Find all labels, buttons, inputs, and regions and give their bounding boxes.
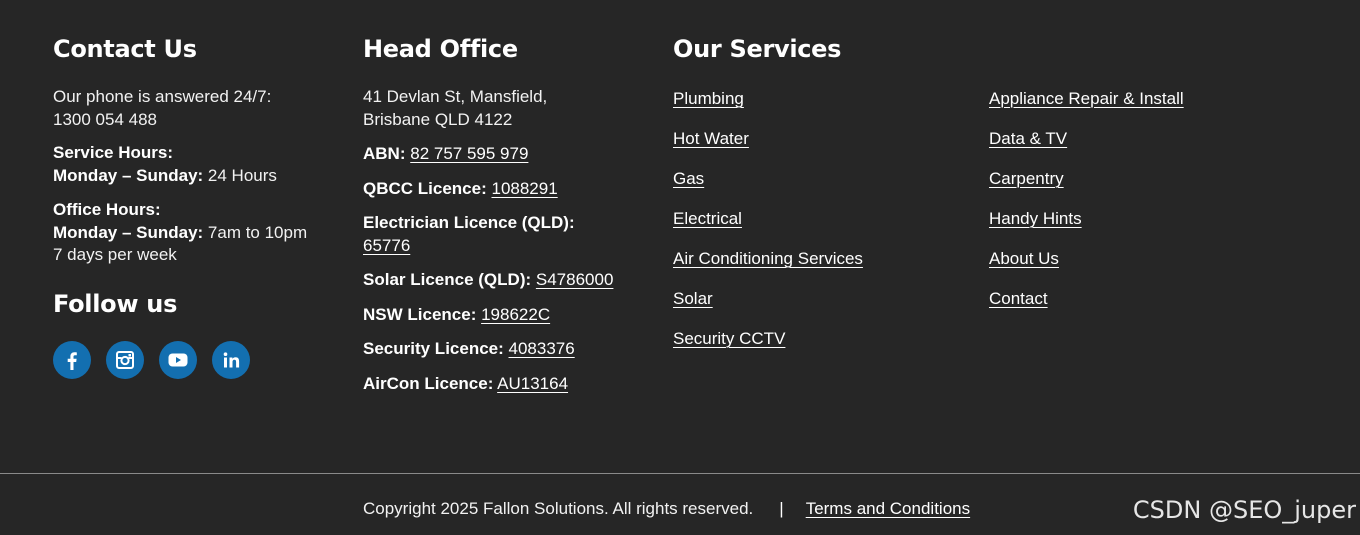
footer-bar: Copyright 2025 Fallon Solutions. All rig…: [363, 497, 970, 521]
footer-divider: [0, 473, 1360, 474]
licence-label: QBCC Licence:: [363, 178, 487, 198]
head-office-heading: Head Office: [363, 35, 518, 63]
licence-abn: ABN: 82 757 595 979: [363, 143, 663, 166]
services-list: Plumbing Hot Water Gas Electrical Air Co…: [673, 88, 973, 368]
licence-link-electrician[interactable]: 65776: [363, 236, 410, 255]
service-link-security-cctv[interactable]: Security CCTV: [673, 329, 785, 348]
licence-label: ABN:: [363, 144, 406, 163]
licence-link-security[interactable]: 4083376: [509, 339, 575, 358]
licence-security: Security Licence: 4083376: [363, 338, 663, 361]
watermark-text: CSDN @SEO_juper: [1132, 496, 1356, 524]
terms-link[interactable]: Terms and Conditions: [806, 497, 970, 521]
service-hours-block: Service Hours: Monday – Sunday: 24 Hours: [53, 142, 343, 187]
youtube-icon[interactable]: [159, 340, 197, 379]
copyright-text: Copyright 2025 Fallon Solutions. All rig…: [363, 499, 754, 518]
services-column: Our Services Plumbing Hot Water Gas Elec…: [673, 34, 973, 368]
link-about-us[interactable]: About Us: [989, 249, 1059, 268]
services-list-2: Appliance Repair & Install Data & TV Car…: [989, 88, 1289, 328]
licence-link-nsw[interactable]: 198622C: [481, 305, 550, 324]
contact-heading: Contact Us: [53, 35, 197, 63]
licence-aircon: AirCon Licence: AU13164: [363, 373, 663, 396]
office-hours-label: Office Hours:: [53, 200, 161, 219]
service-link-electrical[interactable]: Electrical: [673, 209, 742, 228]
service-link-solar[interactable]: Solar: [673, 289, 713, 308]
service-link-plumbing[interactable]: Plumbing: [673, 89, 744, 108]
social-links: [53, 340, 343, 379]
service-days: Monday – Sunday:: [53, 165, 204, 185]
licence-link-solar[interactable]: S4786000: [536, 270, 614, 289]
licence-link-aircon[interactable]: AU13164: [497, 374, 568, 393]
office-week: 7 days per week: [53, 245, 177, 264]
services-column-2: Appliance Repair & Install Data & TV Car…: [989, 88, 1289, 328]
service-hours-value: 24 Hours: [203, 165, 277, 185]
phone-intro: Our phone is answered 24/7:: [53, 87, 272, 106]
address-line-1: 41 Devlan St, Mansfield,: [363, 87, 548, 106]
office-hours-block: Office Hours: Monday – Sunday: 7am to 10…: [53, 199, 343, 267]
service-hours-label: Service Hours:: [53, 143, 173, 162]
licence-label: NSW Licence:: [363, 304, 477, 324]
linkedin-icon[interactable]: [212, 340, 250, 379]
office-days: Monday – Sunday:: [53, 222, 204, 242]
licence-label: Solar Licence (QLD):: [363, 270, 532, 289]
office-hours-value: 7am to 10pm: [203, 222, 308, 242]
licence-label: Electrician Licence (QLD):: [363, 213, 575, 232]
licence-link-qbcc[interactable]: 1088291: [491, 179, 557, 198]
service-link-hot-water[interactable]: Hot Water: [673, 129, 749, 148]
office-address: 41 Devlan St, Mansfield, Brisbane QLD 41…: [363, 86, 663, 131]
service-link-carpentry[interactable]: Carpentry: [989, 169, 1064, 188]
licence-label: Security Licence:: [363, 339, 504, 358]
follow-heading: Follow us: [53, 289, 178, 318]
licence-electrician: Electrician Licence (QLD): 65776: [363, 212, 663, 257]
service-link-appliance-repair[interactable]: Appliance Repair & Install: [989, 89, 1184, 108]
service-link-data-tv[interactable]: Data & TV: [989, 129, 1067, 148]
licence-label: AirCon Licence:: [363, 373, 494, 393]
licence-qbcc: QBCC Licence: 1088291: [363, 178, 663, 201]
service-link-gas[interactable]: Gas: [673, 169, 704, 188]
service-link-air-conditioning[interactable]: Air Conditioning Services: [673, 249, 863, 268]
licence-link-abn[interactable]: 82 757 595 979: [410, 144, 528, 163]
facebook-icon[interactable]: [53, 340, 91, 379]
licence-nsw: NSW Licence: 198622C: [363, 304, 663, 327]
contact-column: Contact Us Our phone is answered 24/7: 1…: [53, 34, 343, 379]
phone-block: Our phone is answered 24/7: 1300 054 488: [53, 86, 343, 131]
footer-separator: |: [779, 499, 784, 518]
instagram-icon[interactable]: [106, 340, 144, 379]
link-contact[interactable]: Contact: [989, 289, 1048, 308]
link-handy-hints[interactable]: Handy Hints: [989, 209, 1082, 228]
head-office-column: Head Office 41 Devlan St, Mansfield, Bri…: [363, 34, 663, 395]
licence-solar: Solar Licence (QLD): S4786000: [363, 269, 663, 292]
address-line-2: Brisbane QLD 4122: [363, 109, 513, 129]
phone-number: 1300 054 488: [53, 109, 157, 129]
services-heading: Our Services: [673, 35, 842, 63]
